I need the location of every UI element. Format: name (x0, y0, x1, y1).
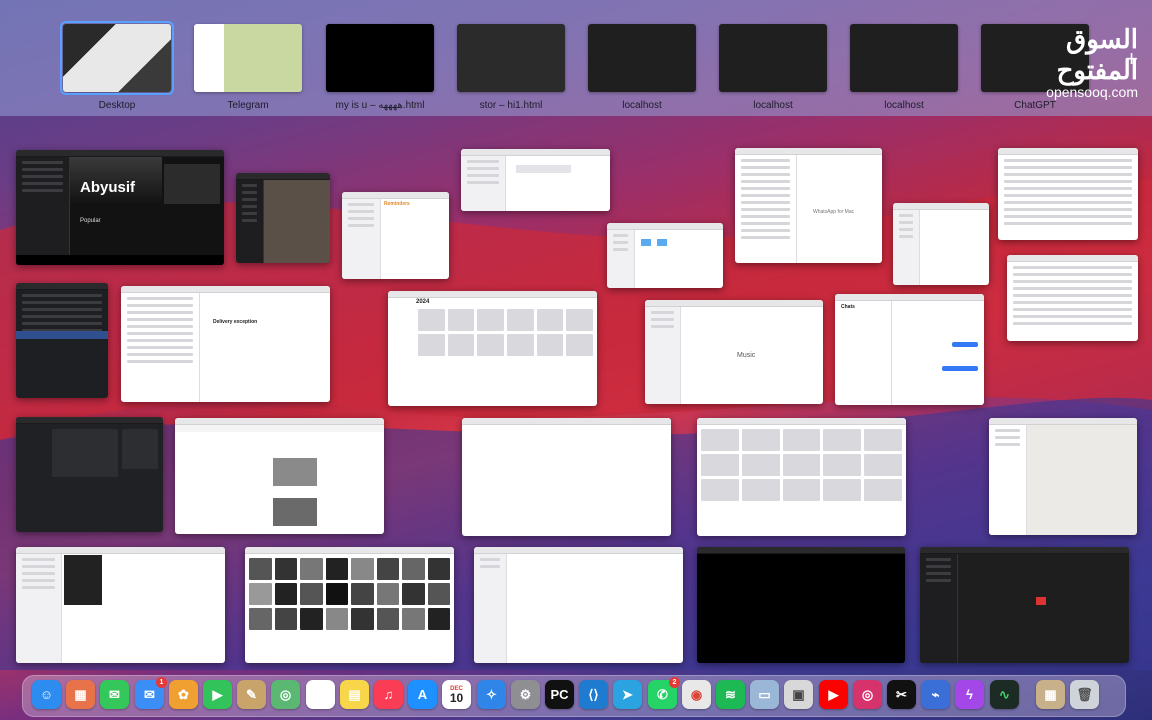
space-thumbnail (588, 24, 696, 92)
code-editor-window[interactable] (16, 283, 108, 398)
spotify-window[interactable]: Abyusif Popular (16, 150, 224, 265)
space-thumbnail (326, 24, 434, 92)
capcut-icon[interactable]: ✂ (887, 680, 916, 709)
reminders-icon[interactable]: ☰ (306, 680, 335, 709)
space-1[interactable]: Desktop (60, 21, 174, 116)
downloads-icon[interactable]: ▦ (1036, 680, 1065, 709)
watermark-arabic: السوق المفتوح (1056, 24, 1139, 85)
whatsapp-window[interactable]: WhatsApp for Mac (735, 148, 882, 263)
appstore-icon[interactable]: A (408, 680, 437, 709)
reminders-window[interactable]: Reminders (342, 192, 449, 279)
notification-badge: 1 (156, 677, 167, 688)
space-thumbnail (60, 21, 174, 95)
photos-icon[interactable]: ✿ (169, 680, 198, 709)
space-thumbnail (850, 24, 958, 92)
watermark-latin: opensooq.com (1046, 84, 1138, 100)
vscode-icon[interactable]: ⟨⟩ (579, 680, 608, 709)
chats-window[interactable]: Chats (835, 294, 984, 405)
notes-icon[interactable]: ✎ (237, 680, 266, 709)
space-7[interactable]: localhost (850, 24, 958, 116)
activity-icon[interactable]: ∿ (990, 680, 1019, 709)
space-label: my is u – ههههه.html (335, 100, 425, 111)
settings-icon[interactable]: ⚙ (511, 680, 540, 709)
trash-icon[interactable]: 🗑 (1070, 680, 1099, 709)
space-label: stor – hi1.html (479, 100, 543, 111)
photos-window[interactable] (245, 547, 454, 663)
opensooq-watermark: السوق المفتوح opensooq.com + (978, 24, 1139, 100)
youtube-icon[interactable]: ▶ (819, 680, 848, 709)
space-4[interactable]: stor – hi1.html (457, 24, 565, 116)
notes-window[interactable] (474, 547, 683, 663)
photo-booth-window[interactable] (236, 173, 330, 263)
dark-settings-window[interactable] (16, 417, 163, 532)
instagram-icon[interactable]: ◎ (853, 680, 882, 709)
messages-window[interactable] (16, 547, 225, 663)
black-window[interactable] (697, 547, 905, 663)
add-space-icon[interactable]: + (1125, 46, 1138, 72)
safari-icon[interactable]: ✧ (477, 680, 506, 709)
notification-badge: 2 (669, 677, 680, 688)
space-5[interactable]: localhost (588, 24, 696, 116)
launchpad-icon[interactable]: ▦ (66, 680, 95, 709)
whatsapp-empty-state: WhatsApp for Mac (813, 209, 855, 215)
facetime-icon[interactable]: ▶ (203, 680, 232, 709)
whatsapp-icon[interactable]: ✆ 2 (648, 677, 680, 709)
space-thumbnail (719, 24, 827, 92)
blank-browser-window[interactable] (462, 418, 671, 536)
space-thumbnail (457, 24, 565, 92)
calendar-window[interactable]: 2024 (388, 291, 597, 406)
system-settings-window[interactable] (461, 149, 610, 211)
reminders-title: Reminders (384, 201, 410, 207)
pycharm-icon[interactable]: PC (545, 680, 574, 709)
music-title: Music (737, 352, 756, 359)
space-label: Desktop (98, 100, 136, 111)
chrome-icon[interactable]: ◉ (682, 680, 711, 709)
spotify-icon[interactable]: ≋ (716, 680, 745, 709)
archive-icon[interactable]: ▣ (784, 680, 813, 709)
space-label: localhost (753, 100, 793, 111)
notes2-icon[interactable]: ▤ (340, 680, 369, 709)
space-label: localhost (622, 100, 662, 111)
space-thumbnail (194, 24, 302, 92)
spotify-artist-name: Abyusif (80, 179, 136, 196)
network-icon[interactable]: ⌁ (921, 680, 950, 709)
music-icon[interactable]: ♫ (374, 680, 403, 709)
maps-window[interactable] (989, 418, 1137, 535)
telegram-icon[interactable]: ➤ (613, 680, 642, 709)
list-window[interactable] (1007, 255, 1138, 341)
space-6[interactable]: localhost (719, 24, 827, 116)
preview-icon[interactable]: ▭ (750, 680, 779, 709)
mail-subject: Delivery exception (213, 319, 258, 325)
music-window[interactable]: Music (645, 300, 823, 404)
opensooq-browser-window[interactable] (175, 418, 384, 534)
space-3[interactable]: my is u – ههههه.html (326, 24, 434, 116)
youtube-window[interactable] (697, 418, 906, 536)
vscode-window[interactable] (920, 547, 1129, 663)
chats-title: Chats (841, 304, 855, 310)
finder-window[interactable] (607, 223, 723, 288)
space-label: localhost (884, 100, 924, 111)
finder-icon[interactable]: ☺ (32, 680, 61, 709)
mail-icon[interactable]: ✉ 1 (135, 677, 167, 709)
spotify-section-label: Popular (80, 218, 101, 224)
maps-icon[interactable]: ◎ (271, 680, 300, 709)
messages-icon[interactable]: ✉ (100, 680, 129, 709)
spreadsheet-window[interactable] (998, 148, 1138, 240)
space-label: ChatGPT (1014, 100, 1056, 111)
space-label: Telegram (227, 100, 269, 111)
settings-panel-window[interactable] (893, 203, 989, 285)
messenger-icon[interactable]: ϟ (955, 680, 984, 709)
space-2[interactable]: Telegram (194, 24, 302, 116)
mail-window[interactable]: Delivery exception (121, 286, 330, 402)
calendar-icon[interactable]: DEC 10 (442, 680, 471, 709)
